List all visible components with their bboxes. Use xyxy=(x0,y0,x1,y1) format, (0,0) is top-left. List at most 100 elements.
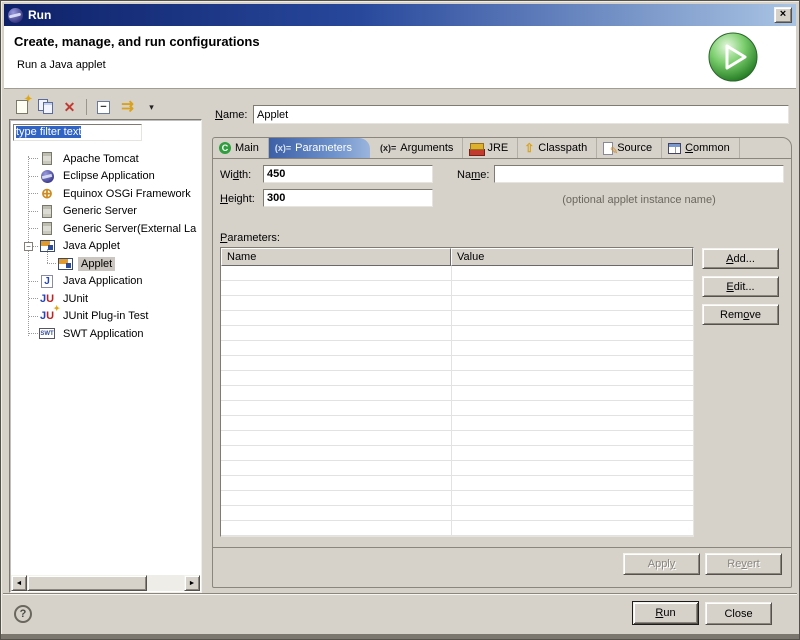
tab-label: Common xyxy=(685,142,730,154)
tree-item-generic-server[interactable]: Generic Server xyxy=(12,203,199,221)
tree-item-junit[interactable]: JU JUnit xyxy=(12,290,199,308)
tab-arguments[interactable]: (x)= Arguments xyxy=(374,138,463,158)
scroll-left-button[interactable]: ◄ xyxy=(11,575,27,591)
add-parameter-button[interactable]: Add... xyxy=(702,248,779,269)
edit-parameter-button[interactable]: Edit... xyxy=(702,276,779,297)
config-toolbar: ✦ ✕ − ⇉ ▾ xyxy=(11,96,162,118)
tree-item-java-application[interactable]: J Java Application xyxy=(12,273,199,291)
apply-button[interactable]: Apply xyxy=(623,553,700,575)
width-input[interactable] xyxy=(263,165,433,183)
tree-item-apache-tomcat[interactable]: Apache Tomcat xyxy=(12,150,199,168)
filter-input[interactable]: type filter text xyxy=(13,124,142,141)
server-icon xyxy=(39,204,55,218)
applet-instance-name-label: Name: xyxy=(457,169,489,181)
tree-item-label: JUnit xyxy=(60,292,91,306)
new-configuration-button[interactable]: ✦ xyxy=(11,97,32,118)
instance-name-hint: (optional applet instance name) xyxy=(494,194,784,206)
tab-label: Classpath xyxy=(538,142,587,154)
tab-parameters[interactable]: (x)= Parameters xyxy=(269,138,370,158)
tab-label: Main xyxy=(235,142,259,154)
eclipse-logo-icon xyxy=(8,8,23,23)
config-name-input[interactable] xyxy=(253,105,789,124)
banner-title: Create, manage, and run configurations xyxy=(14,34,260,49)
revert-button[interactable]: Revert xyxy=(705,553,782,575)
filter-icon: ⇉ xyxy=(121,100,134,114)
tree-item-label: Applet xyxy=(78,257,115,271)
parameters-table: Name Value xyxy=(220,247,694,537)
collapse-all-icon: − xyxy=(97,101,110,114)
classpath-arrow-icon: ⇧ xyxy=(524,141,534,155)
filter-input-text: type filter text xyxy=(16,126,81,138)
tree-item-label: SWT Application xyxy=(60,327,147,341)
scrollbar-thumb[interactable] xyxy=(27,575,147,591)
scrollbar-track[interactable] xyxy=(147,575,184,591)
config-name-label: Name: xyxy=(215,109,247,121)
eclipse-application-icon xyxy=(39,169,55,183)
duplicate-configuration-button[interactable] xyxy=(35,97,56,118)
configurations-panel: type filter text Apache Tomcat Eclipse A… xyxy=(9,119,202,593)
footer-separator xyxy=(3,593,797,595)
tab-jre[interactable]: JRE xyxy=(463,138,518,158)
tab-label: Parameters xyxy=(295,142,352,154)
tab-common[interactable]: Common xyxy=(662,138,740,158)
common-table-icon xyxy=(668,143,681,154)
close-button[interactable]: Close xyxy=(705,602,772,625)
tree-item-java-applet[interactable]: − Java Applet xyxy=(12,238,199,256)
scroll-right-button[interactable]: ► xyxy=(184,575,200,591)
column-header-name[interactable]: Name xyxy=(221,248,451,266)
applet-instance-name-input[interactable] xyxy=(494,165,784,183)
pencil-icon: ✎ xyxy=(610,146,618,157)
apply-revert-row: Apply Revert xyxy=(213,547,791,587)
tab-source[interactable]: ✎ Source xyxy=(597,138,662,158)
collapse-expander-icon[interactable]: − xyxy=(24,242,33,251)
banner-subtitle: Run a Java applet xyxy=(17,59,106,71)
tree-item-label: Java Application xyxy=(60,274,146,288)
window-title: Run xyxy=(28,8,51,22)
help-button[interactable]: ? xyxy=(14,605,32,623)
swt-icon: SWT xyxy=(39,327,55,341)
tab-folder: C Main (x)= Parameters (x)= Arguments JR… xyxy=(212,137,792,588)
filter-configurations-button[interactable]: ⇉ xyxy=(117,97,138,118)
toolbar-separator xyxy=(86,99,87,115)
run-button[interactable]: Run xyxy=(632,601,699,625)
junit-plugin-icon: JU✦ xyxy=(39,309,55,323)
remove-parameter-button[interactable]: Remove xyxy=(702,304,779,325)
tree-item-equinox-osgi[interactable]: ⊕ Equinox OSGi Framework xyxy=(12,185,199,203)
tab-main[interactable]: C Main xyxy=(213,138,269,158)
tree-item-label: Eclipse Application xyxy=(60,169,158,183)
applet-icon xyxy=(57,257,73,271)
tree-item-junit-plugin-test[interactable]: JU✦ JUnit Plug-in Test xyxy=(12,308,199,326)
server-icon xyxy=(39,222,55,236)
parameters-table-body[interactable] xyxy=(221,266,693,536)
run-sphere-icon xyxy=(707,31,760,84)
source-page-icon: ✎ xyxy=(603,142,613,155)
parameters-label: Parameters: xyxy=(220,232,280,244)
tree-item-generic-server-external[interactable]: Generic Server(External La xyxy=(12,220,199,238)
tree-item-label: Generic Server xyxy=(60,204,140,218)
main-tab-icon: C xyxy=(219,142,231,154)
tree-item-label: Java Applet xyxy=(60,239,123,253)
tree-item-swt-application[interactable]: SWT SWT Application xyxy=(12,325,199,343)
close-window-button[interactable]: × xyxy=(774,7,792,23)
tab-classpath[interactable]: ⇧ Classpath xyxy=(518,138,597,158)
tab-bar-filler xyxy=(740,138,791,158)
tree-item-applet-selected[interactable]: Applet xyxy=(12,255,199,273)
tab-label: JRE xyxy=(487,142,508,154)
height-input[interactable] xyxy=(263,189,433,207)
delete-icon: ✕ xyxy=(64,100,76,114)
new-page-icon: ✦ xyxy=(16,100,28,114)
tab-label: Arguments xyxy=(400,142,453,154)
title-bar: Run × xyxy=(4,4,796,26)
delete-configuration-button[interactable]: ✕ xyxy=(59,97,80,118)
tree-horizontal-scrollbar: ◄ ► xyxy=(11,575,200,591)
toolbar-dropdown-button[interactable]: ▾ xyxy=(141,97,162,118)
run-dialog: Run × Create, manage, and run configurat… xyxy=(0,0,800,640)
parameters-table-header: Name Value xyxy=(221,248,693,266)
new-star-icon: ✦ xyxy=(24,94,32,105)
chevron-down-icon: ▾ xyxy=(149,102,154,113)
duplicate-icon xyxy=(38,99,54,115)
collapse-all-button[interactable]: − xyxy=(93,97,114,118)
server-icon xyxy=(39,152,55,166)
tree-item-eclipse-application[interactable]: Eclipse Application xyxy=(12,168,199,186)
column-header-value[interactable]: Value xyxy=(451,248,693,266)
